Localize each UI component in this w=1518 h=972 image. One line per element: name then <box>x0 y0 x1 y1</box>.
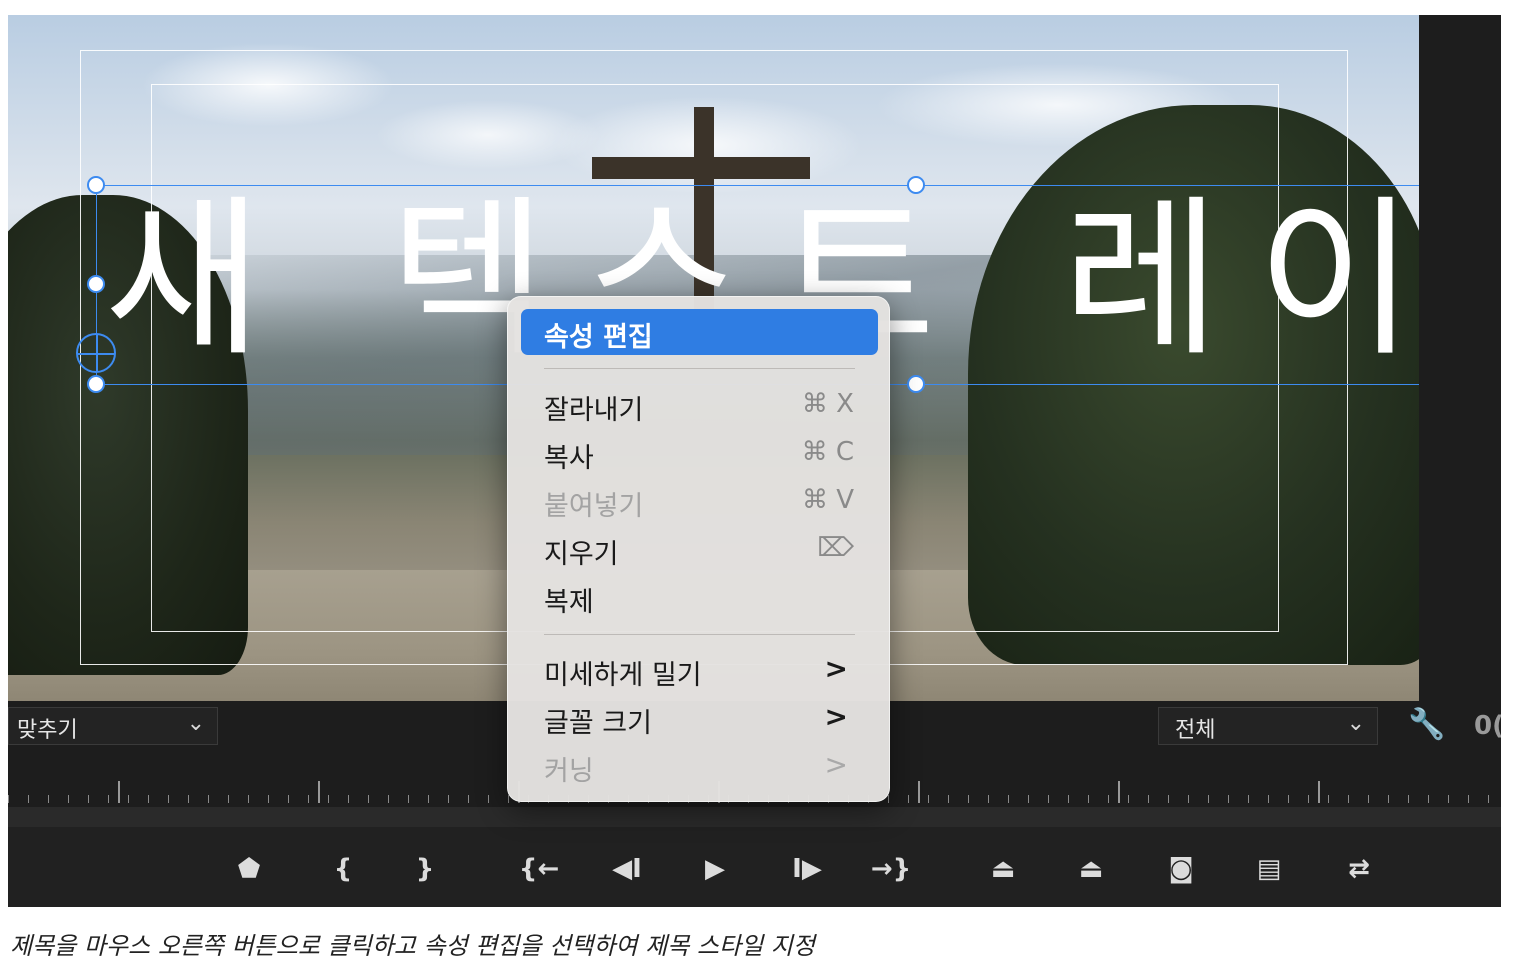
menu-separator <box>544 634 855 635</box>
zoom-fit-value: 맞추기 <box>17 718 78 743</box>
playback-resolution-dropdown[interactable]: 전체 ⌄ <box>1158 707 1378 745</box>
mark-out-icon: } <box>415 854 435 884</box>
menu-item-copy[interactable]: 복사 ⌘ C <box>521 430 878 476</box>
context-menu: 속성 편집 잘라내기 ⌘ X 복사 ⌘ C 붙여넣기 ⌘ V 지우기 ⌦ 복제 … <box>507 296 890 802</box>
resize-handle-middle-left[interactable] <box>87 275 105 293</box>
menu-item-edit-properties[interactable]: 속성 편집 <box>521 309 878 355</box>
extract-button[interactable]: ⏏ <box>1066 849 1116 889</box>
menu-item-font-size[interactable]: 글꼴 크기 > <box>521 695 878 741</box>
mark-in-icon: { <box>333 854 353 884</box>
chevron-down-icon: ⌄ <box>1346 711 1365 736</box>
shortcut-label: ⌘ X <box>801 389 854 419</box>
menu-item-paste[interactable]: 붙여넣기 ⌘ V <box>521 478 878 524</box>
resize-handle-top-left[interactable] <box>87 176 105 194</box>
menu-item-duplicate[interactable]: 복제 <box>521 574 878 620</box>
menu-item-label: 커닝 <box>544 756 594 787</box>
camera-icon: ◙ <box>1168 854 1194 884</box>
menu-item-label: 복사 <box>544 443 594 474</box>
menu-item-nudge[interactable]: 미세하게 밀기 > <box>521 647 878 693</box>
menu-item-label: 붙여넣기 <box>544 491 644 522</box>
step-back-button[interactable]: ◀I <box>602 849 652 889</box>
chevron-right-icon: > <box>824 748 848 781</box>
menu-item-label: 속성 편집 <box>544 322 653 353</box>
delete-key-icon: ⌦ <box>817 533 854 563</box>
transport-controls: ⬟ { } {← ◀I ▶ I▶ →} ⏏ ⏏ ◙ ▤ ⇄ <box>8 827 1501 907</box>
chevron-right-icon: > <box>824 700 848 733</box>
wrench-icon[interactable]: 🔧 <box>1408 707 1445 742</box>
export-frame-button[interactable]: ◙ <box>1156 849 1206 889</box>
overwrite-button[interactable]: ⇄ <box>1334 849 1384 889</box>
shortcut-label: ⌘ C <box>801 437 854 467</box>
menu-item-label: 미세하게 밀기 <box>544 660 702 691</box>
menu-item-label: 복제 <box>544 587 594 618</box>
go-to-out-icon: →} <box>870 854 912 884</box>
menu-item-kerning[interactable]: 커닝 > <box>521 743 878 789</box>
play-button[interactable]: ▶ <box>690 849 740 889</box>
shortcut-label: ⌘ V <box>801 485 854 515</box>
resize-handle-bottom-center[interactable] <box>907 375 925 393</box>
play-icon: ▶ <box>705 854 725 884</box>
menu-item-label: 지우기 <box>544 539 619 570</box>
lift-icon: ⏏ <box>990 854 1016 884</box>
mark-out-button[interactable]: } <box>400 849 450 889</box>
menu-item-label: 글꼴 크기 <box>544 708 652 739</box>
figure-caption: 제목을 마우스 오른쪽 버튼으로 클릭하고 속성 편집을 선택하여 제목 스타일… <box>10 932 815 960</box>
menu-item-label: 잘라내기 <box>544 395 644 426</box>
menu-item-cut[interactable]: 잘라내기 ⌘ X <box>521 382 878 428</box>
insert-button[interactable]: ▤ <box>1244 849 1294 889</box>
extract-icon: ⏏ <box>1078 854 1104 884</box>
resize-handle-top-center[interactable] <box>907 176 925 194</box>
step-forward-icon: I▶ <box>792 854 822 884</box>
overwrite-icon: ⇄ <box>1348 854 1370 884</box>
resize-handle-bottom-left[interactable] <box>87 375 105 393</box>
lift-button[interactable]: ⏏ <box>978 849 1028 889</box>
chevron-right-icon: > <box>824 652 848 685</box>
chevron-down-icon: ⌄ <box>186 711 205 736</box>
menu-item-clear[interactable]: 지우기 ⌦ <box>521 526 878 572</box>
marker-icon: ⬟ <box>237 854 261 884</box>
add-marker-button[interactable]: ⬟ <box>224 849 274 889</box>
go-to-out-button[interactable]: →} <box>866 849 916 889</box>
playhead-track[interactable] <box>8 807 1501 827</box>
menu-separator <box>544 368 855 369</box>
playback-resolution-value: 전체 <box>1175 718 1216 743</box>
timecode-display: 0( <box>1474 711 1501 741</box>
step-forward-button[interactable]: I▶ <box>782 849 832 889</box>
zoom-fit-dropdown[interactable]: 맞추기 ⌄ <box>8 707 218 745</box>
step-back-icon: ◀I <box>612 854 642 884</box>
insert-icon: ▤ <box>1256 854 1282 884</box>
go-to-in-icon: {← <box>518 854 560 884</box>
mark-in-button[interactable]: { <box>318 849 368 889</box>
go-to-in-button[interactable]: {← <box>514 849 564 889</box>
anchor-point-icon[interactable] <box>76 333 116 373</box>
